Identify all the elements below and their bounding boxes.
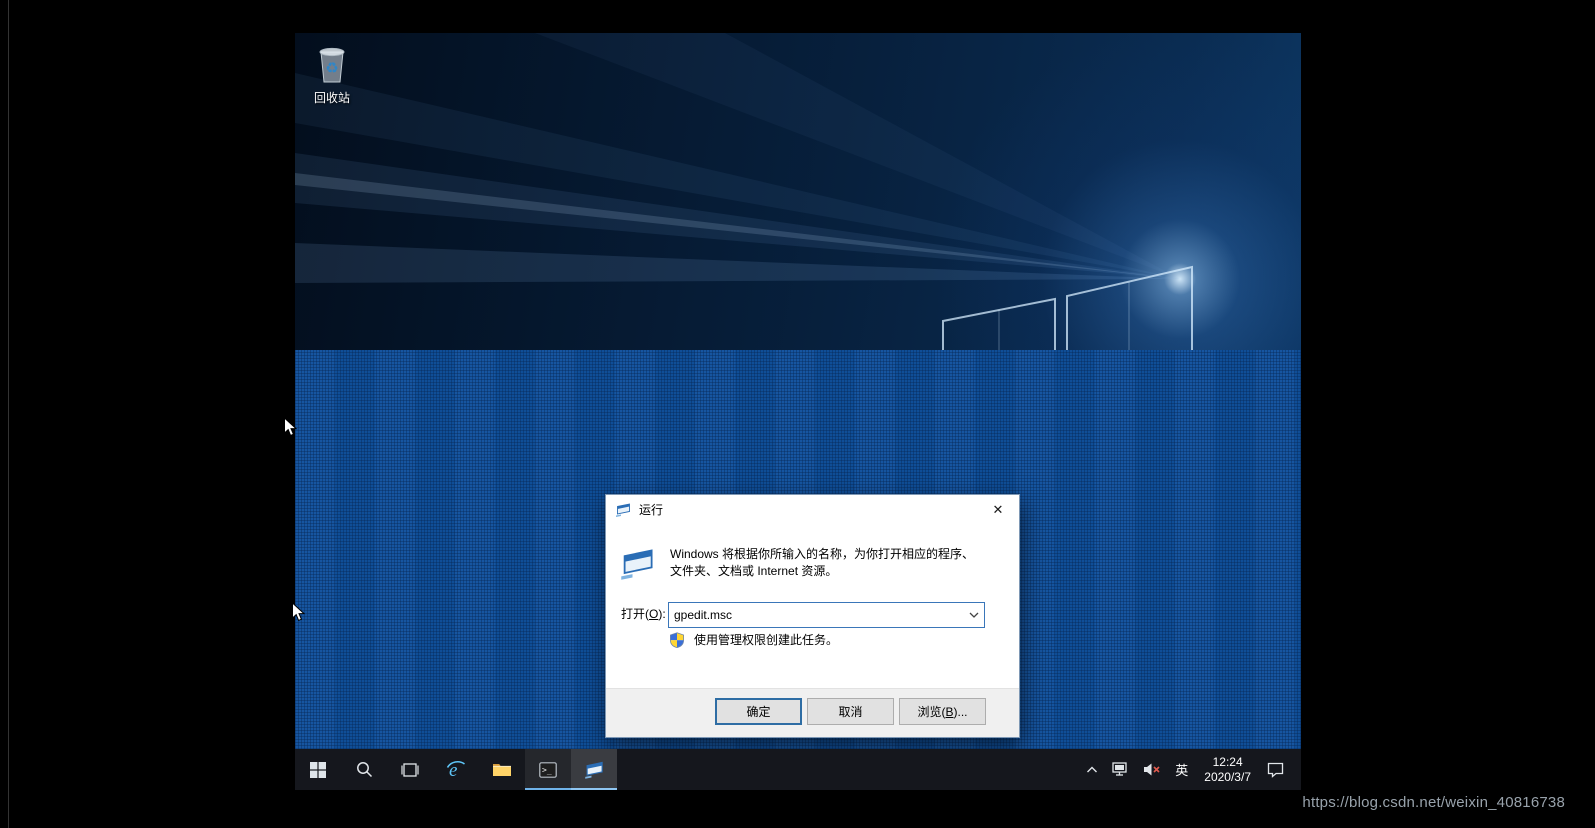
ok-button[interactable]: 确定 xyxy=(715,698,802,725)
network-icon xyxy=(1112,762,1129,777)
run-dialog-title: 运行 xyxy=(639,501,663,518)
command-prompt-icon: >_ xyxy=(539,762,557,778)
run-dialog-titlebar[interactable]: 运行 ✕ xyxy=(606,495,1019,524)
file-explorer-button[interactable] xyxy=(479,749,525,790)
close-icon[interactable]: ✕ xyxy=(977,495,1019,524)
browse-label-pre: 浏览( xyxy=(917,703,945,720)
run-dialog-footer: 确定 取消 浏览(B)... xyxy=(606,688,1019,737)
tray-date: 2020/3/7 xyxy=(1204,770,1251,785)
internet-explorer-button[interactable]: e xyxy=(433,749,479,790)
tray-chevron-button[interactable] xyxy=(1079,749,1105,790)
windows-logo-icon xyxy=(310,762,326,778)
chevron-down-icon xyxy=(969,612,979,618)
command-prompt-button[interactable]: >_ xyxy=(525,749,571,790)
watermark: https://blog.csdn.net/weixin_40816738 xyxy=(1302,794,1565,811)
browse-label-key: B xyxy=(945,705,953,719)
screen-edge-line xyxy=(8,0,9,828)
open-field-label: 打开(O): xyxy=(621,602,666,626)
volume-tray-button[interactable] xyxy=(1136,749,1168,790)
search-icon xyxy=(356,761,373,778)
open-combobox xyxy=(668,602,985,628)
recycle-bin[interactable]: ♻ 回收站 xyxy=(297,42,367,106)
run-icon xyxy=(615,502,631,518)
wallpaper-light-beams xyxy=(295,33,1301,350)
speaker-muted-icon xyxy=(1143,762,1161,777)
action-center-button[interactable] xyxy=(1260,749,1291,790)
action-center-icon xyxy=(1267,762,1284,778)
admin-note-row: 使用管理权限创建此任务。 xyxy=(669,631,838,648)
open-label-pre: 打开( xyxy=(621,607,649,621)
open-input[interactable] xyxy=(669,603,964,627)
run-dialog-description-line1: Windows 将根据你所输入的名称，为你打开相应的程序、 xyxy=(670,546,974,563)
remote-desktop-view: ♻ 回收站 运行 ✕ W xyxy=(0,0,1595,828)
task-view-icon xyxy=(401,763,419,777)
network-tray-button[interactable] xyxy=(1105,749,1136,790)
chevron-up-icon xyxy=(1086,766,1098,774)
recycle-bin-label: 回收站 xyxy=(314,89,350,106)
browse-button[interactable]: 浏览(B)... xyxy=(899,698,986,725)
cancel-button[interactable]: 取消 xyxy=(807,698,894,725)
open-label-key: O xyxy=(649,607,658,621)
run-dialog: 运行 ✕ Windows 将根据你所输入的名称，为你打开相应的程序、 文件夹、文… xyxy=(605,494,1020,738)
run-body-icon xyxy=(619,546,655,582)
run-dialog-body: Windows 将根据你所输入的名称，为你打开相应的程序、 文件夹、文档或 In… xyxy=(606,524,1019,689)
svg-text:♻: ♻ xyxy=(325,59,338,77)
run-dialog-description: Windows 将根据你所输入的名称，为你打开相应的程序、 文件夹、文档或 In… xyxy=(670,546,974,580)
taskbar: e >_ xyxy=(295,749,1301,790)
run-app-icon xyxy=(584,760,604,780)
desktop: ♻ 回收站 运行 ✕ W xyxy=(295,0,1301,790)
file-explorer-icon xyxy=(492,762,512,778)
combobox-dropdown-button[interactable] xyxy=(964,603,984,627)
ime-indicator[interactable]: 英 xyxy=(1168,749,1195,790)
internet-explorer-icon: e xyxy=(445,759,467,781)
admin-note-text: 使用管理权限创建此任务。 xyxy=(694,631,838,648)
svg-text:>_: >_ xyxy=(542,765,552,774)
uac-shield-icon xyxy=(669,632,685,648)
recycle-bin-icon: ♻ xyxy=(314,42,350,86)
tray-clock[interactable]: 12:24 2020/3/7 xyxy=(1195,749,1260,790)
run-app-button[interactable] xyxy=(571,749,617,790)
task-view-button[interactable] xyxy=(387,749,433,790)
taskbar-search-button[interactable] xyxy=(341,749,387,790)
system-tray: 英 12:24 2020/3/7 xyxy=(1079,749,1301,790)
desktop-wallpaper xyxy=(295,33,1301,350)
start-button[interactable] xyxy=(295,749,341,790)
run-dialog-description-line2: 文件夹、文档或 Internet 资源。 xyxy=(670,563,974,580)
browse-label-post: )... xyxy=(954,705,968,719)
open-label-post: ): xyxy=(658,607,665,621)
tray-time: 12:24 xyxy=(1213,755,1243,770)
